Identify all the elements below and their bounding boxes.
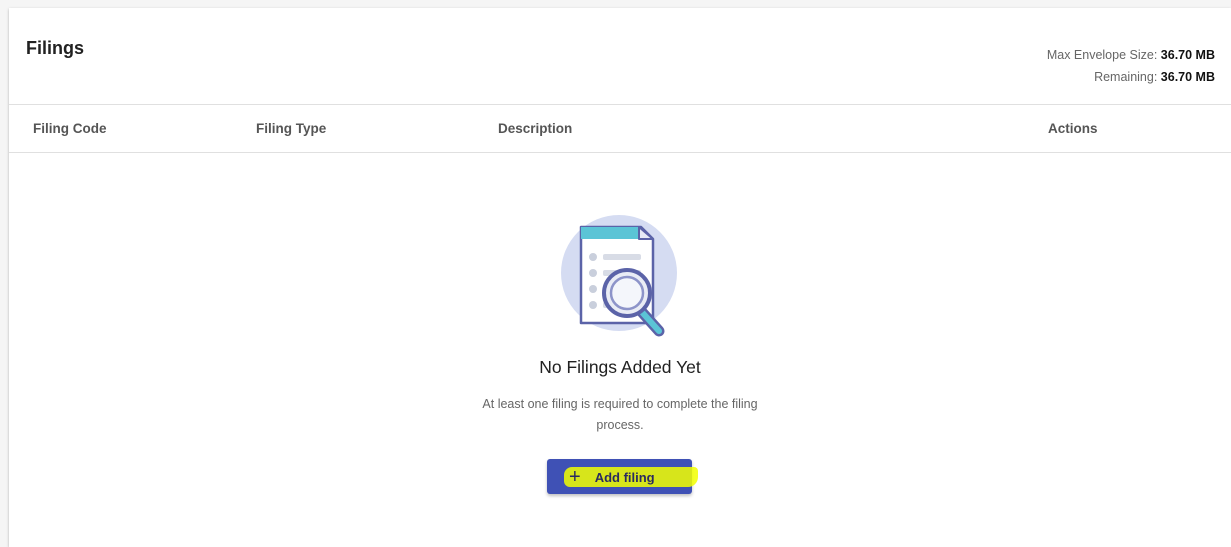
column-header-actions: Actions xyxy=(1048,121,1098,136)
empty-state-message: At least one filing is required to compl… xyxy=(482,397,758,432)
max-envelope-value: 36.70 MB xyxy=(1160,48,1215,62)
empty-state: No Filings Added Yet At least one filing… xyxy=(9,153,1231,547)
empty-state-title: No Filings Added Yet xyxy=(539,357,701,377)
table-header: Filing Code Filing Type Description Acti… xyxy=(9,105,1231,153)
add-filing-button[interactable]: + Add filing xyxy=(547,459,698,494)
filings-card: Filings Max Envelope Size: 36.70 MB Rema… xyxy=(9,8,1231,547)
plus-icon: + xyxy=(569,466,581,488)
add-filing-button-content: + Add filing xyxy=(569,467,655,487)
max-envelope-size: Max Envelope Size: 36.70 MB xyxy=(1047,44,1215,66)
remaining-size: Remaining: 36.70 MB xyxy=(1047,66,1215,88)
column-header-description: Description xyxy=(498,121,573,136)
column-header-filing-code: Filing Code xyxy=(33,121,107,136)
column-header-filing-type: Filing Type xyxy=(256,121,327,136)
remaining-label: Remaining: xyxy=(1094,70,1158,84)
document-search-icon xyxy=(561,215,677,337)
add-filing-label: Add filing xyxy=(594,469,655,485)
remaining-value: 36.70 MB xyxy=(1160,70,1215,84)
page-title: Filings xyxy=(26,38,84,58)
envelope-info: Max Envelope Size: 36.70 MB Remaining: 3… xyxy=(1047,44,1215,88)
max-envelope-label: Max Envelope Size: xyxy=(1046,48,1158,62)
card-header: Filings Max Envelope Size: 36.70 MB Rema… xyxy=(9,8,1231,105)
